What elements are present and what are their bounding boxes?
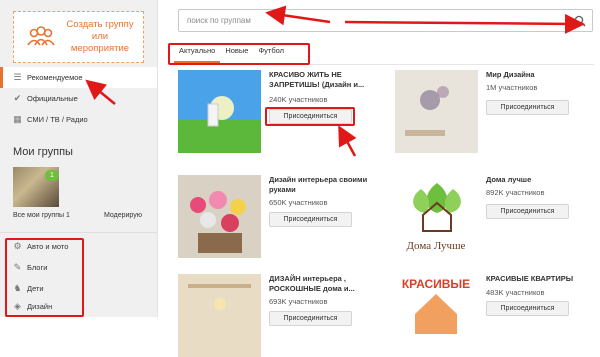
group-title[interactable]: КРАСИВО ЖИТЬ НЕ ЗАПРЕТИШЬ! (Дизайн и... (269, 70, 377, 90)
media-icon: ▦ (13, 114, 22, 124)
annotation-box-categories (5, 238, 84, 317)
doma-logo-text: Дома Лучше (407, 240, 466, 252)
people-icon (27, 26, 55, 46)
sidebar-item-label: Рекомендуемое (27, 73, 83, 82)
create-group-button[interactable]: Создать группу или мероприятие (13, 11, 144, 63)
main-content: Актуально Новые Футбол КРАСИВО ЖИТЬ НЕ З… (158, 0, 600, 357)
sidebar-item-official[interactable]: ✔ Официальные (0, 88, 157, 109)
krasivye-logo-text: КРАСИВЫЕ (402, 277, 470, 291)
join-button[interactable]: Присоединиться (486, 100, 569, 115)
sidebar-nav: ☰ Рекомендуемое ✔ Официальные ▦ СМИ / ТВ… (0, 67, 157, 130)
sidebar-item-label: Официальные (27, 94, 78, 103)
all-my-groups-link[interactable]: Все мои группы 1 (13, 212, 70, 219)
group-members: 483K участников (486, 288, 545, 297)
annotation-box-join (265, 107, 355, 126)
group-members: 693K участников (269, 297, 328, 306)
list-icon: ☰ (13, 72, 22, 82)
group-members: 892K участников (486, 188, 545, 197)
group-title[interactable]: КРАСИВЫЕ КВАРТИРЫ (486, 274, 594, 284)
create-group-label: Создать группу или мероприятие (66, 19, 134, 54)
join-button[interactable]: Присоединиться (486, 301, 569, 316)
moderation-link[interactable]: Модерирую (104, 212, 142, 219)
search-bar (178, 9, 593, 32)
my-group-count-badge: 1 (45, 170, 59, 181)
search-icon[interactable] (574, 15, 586, 27)
join-button[interactable]: Присоединиться (486, 204, 569, 219)
group-logo[interactable]: Дома Лучше (395, 175, 478, 258)
group-card: Дизайн интерьера своими руками 650K учас… (178, 175, 388, 258)
group-title[interactable]: ДИЗАЙН интерьера , РОСКОШНЫЕ дома и... (269, 274, 377, 294)
group-card: Дома Лучше Дома лучше 892K участников Пр… (395, 175, 600, 258)
group-thumbnail[interactable] (395, 70, 478, 153)
group-thumbnail[interactable] (178, 175, 261, 258)
group-members: 650K участников (269, 198, 328, 207)
group-card: Мир Дизайна 1M участников Присоединиться (395, 70, 600, 153)
group-title[interactable]: Дизайн интерьера своими руками (269, 175, 377, 195)
sidebar-item-media[interactable]: ▦ СМИ / ТВ / Радио (0, 109, 157, 130)
sidebar-item-label: СМИ / ТВ / Радио (27, 115, 88, 124)
group-thumbnail[interactable] (178, 70, 261, 153)
sidebar-item-recommended[interactable]: ☰ Рекомендуемое (0, 67, 157, 88)
group-card: КРАСИВЫЕ КРАСИВЫЕ КВАРТИРЫ 483K участник… (395, 274, 600, 357)
group-logo[interactable]: КРАСИВЫЕ (395, 274, 478, 357)
my-groups-title: Мои группы (13, 146, 73, 158)
join-button[interactable]: Присоединиться (269, 212, 352, 227)
group-members: 240K участников (269, 95, 328, 104)
annotation-box-tabs (168, 43, 310, 65)
group-card: ДИЗАЙН интерьера , РОСКОШНЫЕ дома и... 6… (178, 274, 388, 357)
group-title[interactable]: Дома лучше (486, 175, 594, 185)
group-title[interactable]: Мир Дизайна (486, 70, 594, 80)
check-circle-icon: ✔ (13, 93, 22, 103)
search-input[interactable] (179, 10, 569, 31)
join-button[interactable]: Присоединиться (269, 311, 352, 326)
group-thumbnail[interactable] (178, 274, 261, 357)
group-members: 1M участников (486, 83, 538, 92)
